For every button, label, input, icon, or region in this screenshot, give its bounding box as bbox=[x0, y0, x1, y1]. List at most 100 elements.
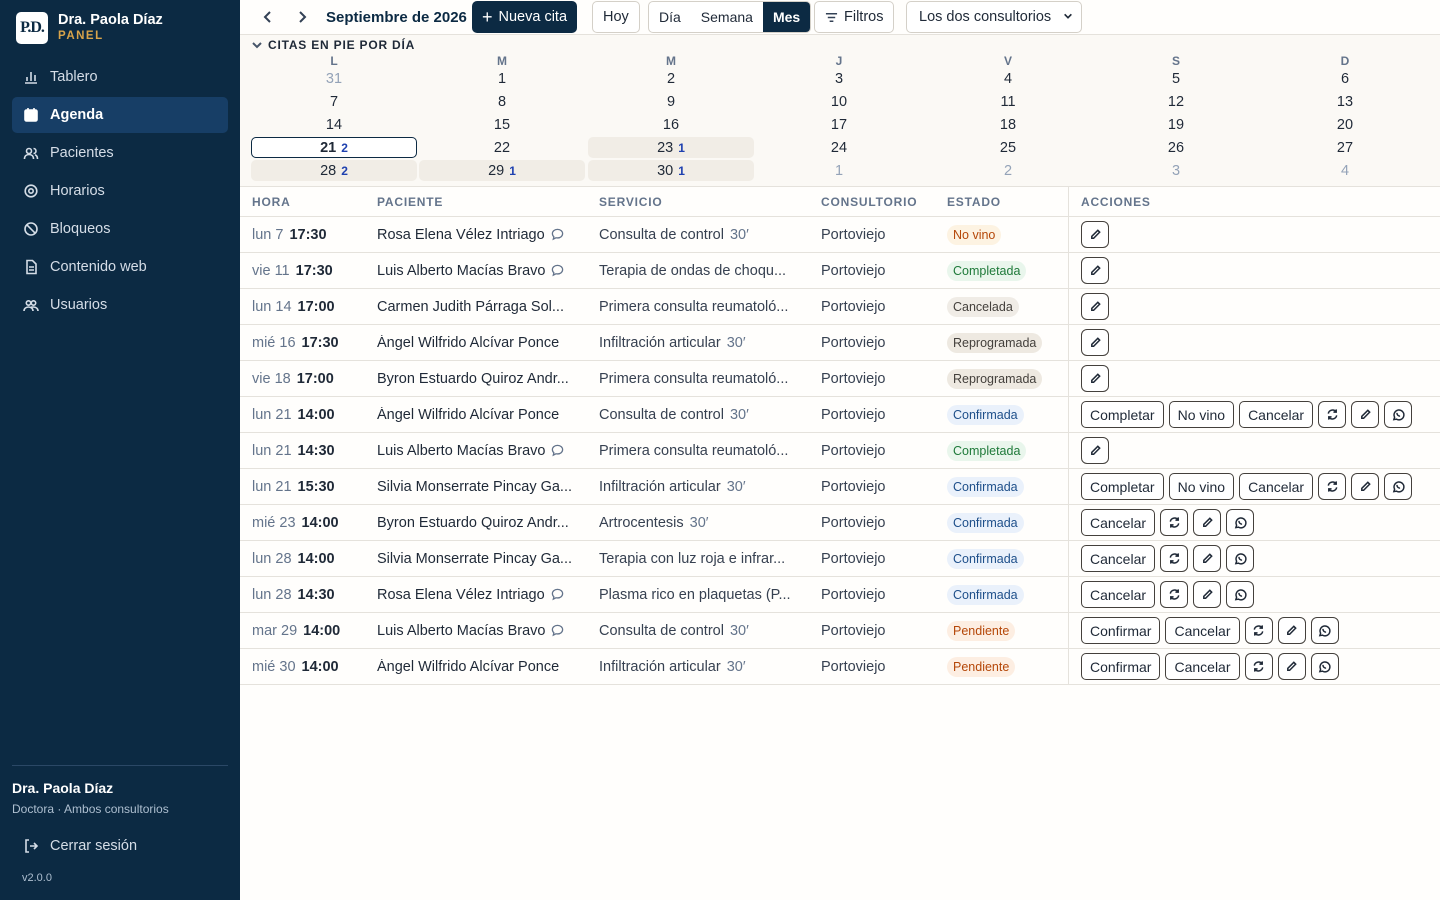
sidebar-item-tablero[interactable]: Tablero bbox=[12, 59, 228, 95]
calendar-day-selected[interactable]: 21 2 bbox=[251, 137, 417, 158]
edit-button[interactable] bbox=[1081, 221, 1109, 248]
completar-button[interactable]: Completar bbox=[1081, 473, 1164, 500]
calendar-day[interactable]: 31 bbox=[251, 68, 417, 89]
cancelar-button[interactable]: Cancelar bbox=[1081, 545, 1156, 572]
patient-cell[interactable]: Silvia Monserrate Pincay Ga... bbox=[377, 469, 592, 504]
calendar-day[interactable]: 2 bbox=[588, 68, 754, 89]
cancelar-button[interactable]: Cancelar bbox=[1165, 617, 1240, 644]
table-row[interactable]: mar 29 14:00 Luis Alberto Macías Bravo Cons… bbox=[240, 613, 1440, 649]
calendar-day[interactable]: 3 bbox=[756, 68, 922, 89]
calendar-day[interactable]: 4 bbox=[1262, 160, 1428, 181]
calendar-day[interactable]: 11 bbox=[925, 91, 1091, 112]
completar-button[interactable]: Completar bbox=[1081, 401, 1164, 428]
calendar-day[interactable]: 12 bbox=[1093, 91, 1259, 112]
calendar-day[interactable]: 5 bbox=[1093, 68, 1259, 89]
patient-cell[interactable]: Byron Estuardo Quiroz Andr... bbox=[377, 361, 592, 396]
reschedule-button[interactable] bbox=[1160, 545, 1189, 572]
whatsapp-button[interactable] bbox=[1384, 401, 1413, 428]
whatsapp-button[interactable] bbox=[1310, 617, 1339, 644]
edit-button[interactable] bbox=[1351, 401, 1380, 428]
patient-cell[interactable]: Byron Estuardo Quiroz Andr... bbox=[377, 505, 592, 540]
filters-button[interactable]: Filtros bbox=[814, 1, 895, 33]
cancelar-button[interactable]: Cancelar bbox=[1165, 653, 1240, 680]
edit-button[interactable] bbox=[1081, 293, 1109, 320]
edit-button[interactable] bbox=[1081, 257, 1109, 284]
calendar-day[interactable]: 24 bbox=[756, 137, 922, 158]
table-row[interactable]: lun 21 15:30 Silvia Monserrate Pincay Ga..… bbox=[240, 469, 1440, 505]
patient-cell[interactable]: Carmen Judith Párraga Sol... bbox=[377, 289, 592, 324]
cancelar-button[interactable]: Cancelar bbox=[1239, 401, 1314, 428]
calendar-day[interactable]: 4 bbox=[925, 68, 1091, 89]
patient-cell[interactable]: Rosa Elena Vélez Intriago bbox=[377, 577, 592, 612]
calendar-day[interactable]: 8 bbox=[419, 91, 585, 112]
calendar-day[interactable]: 7 bbox=[251, 91, 417, 112]
sidebar-item-agenda[interactable]: Agenda bbox=[12, 97, 228, 133]
calendar-section-title[interactable]: CITAS EN PIE POR DÍA bbox=[252, 38, 415, 52]
sidebar-item-usuarios[interactable]: Usuarios bbox=[12, 287, 228, 323]
logout-button[interactable]: Cerrar sesión bbox=[12, 832, 228, 860]
calendar-day[interactable]: 3 bbox=[1093, 160, 1259, 181]
sidebar-item-pacientes[interactable]: Pacientes bbox=[12, 135, 228, 171]
calendar-day[interactable]: 16 bbox=[588, 114, 754, 135]
view-tab-semana[interactable]: Semana bbox=[691, 2, 763, 32]
whatsapp-button[interactable] bbox=[1226, 545, 1255, 572]
calendar-day[interactable]: 30 1 bbox=[588, 160, 754, 181]
whatsapp-button[interactable] bbox=[1384, 473, 1413, 500]
table-row[interactable]: lun 21 14:00 Ángel Wilfrido Alcívar Ponce C… bbox=[240, 397, 1440, 433]
table-row[interactable]: mié 16 17:30 Ángel Wilfrido Alcívar Ponce I… bbox=[240, 325, 1440, 361]
table-row[interactable]: mié 30 14:00 Ángel Wilfrido Alcívar Ponce I… bbox=[240, 649, 1440, 685]
whatsapp-button[interactable] bbox=[1310, 653, 1339, 680]
location-select[interactable]: Los dos consultorios bbox=[906, 1, 1082, 33]
edit-button[interactable] bbox=[1081, 365, 1109, 392]
edit-button[interactable] bbox=[1193, 581, 1222, 608]
edit-button[interactable] bbox=[1193, 545, 1222, 572]
table-row[interactable]: vie 11 17:30 Luis Alberto Macías Bravo Tera… bbox=[240, 253, 1440, 289]
no-vino-button[interactable]: No vino bbox=[1168, 473, 1235, 500]
edit-button[interactable] bbox=[1193, 509, 1222, 536]
sidebar-item-horarios[interactable]: Horarios bbox=[12, 173, 228, 209]
table-row[interactable]: vie 18 17:00 Byron Estuardo Quiroz Andr...… bbox=[240, 361, 1440, 397]
patient-cell[interactable]: Luis Alberto Macías Bravo bbox=[377, 433, 592, 468]
calendar-day[interactable]: 25 bbox=[925, 137, 1091, 158]
table-row[interactable]: lun 28 14:00 Silvia Monserrate Pincay Ga..… bbox=[240, 541, 1440, 577]
cancelar-button[interactable]: Cancelar bbox=[1081, 581, 1156, 608]
patient-cell[interactable]: Silvia Monserrate Pincay Ga... bbox=[377, 541, 592, 576]
today-button[interactable]: Hoy bbox=[592, 1, 640, 33]
edit-button[interactable] bbox=[1351, 473, 1380, 500]
calendar-day[interactable]: 14 bbox=[251, 114, 417, 135]
reschedule-button[interactable] bbox=[1318, 473, 1347, 500]
table-row[interactable]: mié 23 14:00 Byron Estuardo Quiroz Andr...… bbox=[240, 505, 1440, 541]
patient-cell[interactable]: Ángel Wilfrido Alcívar Ponce bbox=[377, 397, 592, 432]
prev-month-button[interactable] bbox=[254, 1, 282, 33]
table-row[interactable]: lun 14 17:00 Carmen Judith Párraga Sol... P… bbox=[240, 289, 1440, 325]
cancelar-button[interactable]: Cancelar bbox=[1081, 509, 1156, 536]
next-month-button[interactable] bbox=[288, 1, 316, 33]
new-appointment-button[interactable]: + Nueva cita bbox=[472, 1, 578, 33]
whatsapp-button[interactable] bbox=[1226, 581, 1255, 608]
confirmar-button[interactable]: Confirmar bbox=[1081, 617, 1161, 644]
edit-button[interactable] bbox=[1277, 653, 1306, 680]
reschedule-button[interactable] bbox=[1244, 653, 1273, 680]
calendar-day[interactable]: 22 bbox=[419, 137, 585, 158]
view-tab-dia[interactable]: Día bbox=[649, 2, 691, 32]
calendar-day[interactable]: 27 bbox=[1262, 137, 1428, 158]
whatsapp-button[interactable] bbox=[1226, 509, 1255, 536]
calendar-day[interactable]: 13 bbox=[1262, 91, 1428, 112]
calendar-day[interactable]: 17 bbox=[756, 114, 922, 135]
view-tab-mes[interactable]: Mes bbox=[762, 2, 811, 32]
table-row[interactable]: lun 21 14:30 Luis Alberto Macías Bravo Prim… bbox=[240, 433, 1440, 469]
table-row[interactable]: lun 28 14:30 Rosa Elena Vélez Intriago Plas… bbox=[240, 577, 1440, 613]
calendar-day[interactable]: 26 bbox=[1093, 137, 1259, 158]
no-vino-button[interactable]: No vino bbox=[1168, 401, 1235, 428]
patient-cell[interactable]: Ángel Wilfrido Alcívar Ponce bbox=[377, 649, 592, 684]
calendar-day[interactable]: 10 bbox=[756, 91, 922, 112]
edit-button[interactable] bbox=[1081, 329, 1109, 356]
sidebar-item-bloqueos[interactable]: Bloqueos bbox=[12, 211, 228, 247]
reschedule-button[interactable] bbox=[1318, 401, 1347, 428]
calendar-day[interactable]: 29 1 bbox=[419, 160, 585, 181]
reschedule-button[interactable] bbox=[1160, 581, 1189, 608]
calendar-day[interactable]: 20 bbox=[1262, 114, 1428, 135]
calendar-day[interactable]: 15 bbox=[419, 114, 585, 135]
patient-cell[interactable]: Luis Alberto Macías Bravo bbox=[377, 613, 592, 648]
table-row[interactable]: lun 7 17:30 Rosa Elena Vélez Intriago Consu… bbox=[240, 217, 1440, 253]
